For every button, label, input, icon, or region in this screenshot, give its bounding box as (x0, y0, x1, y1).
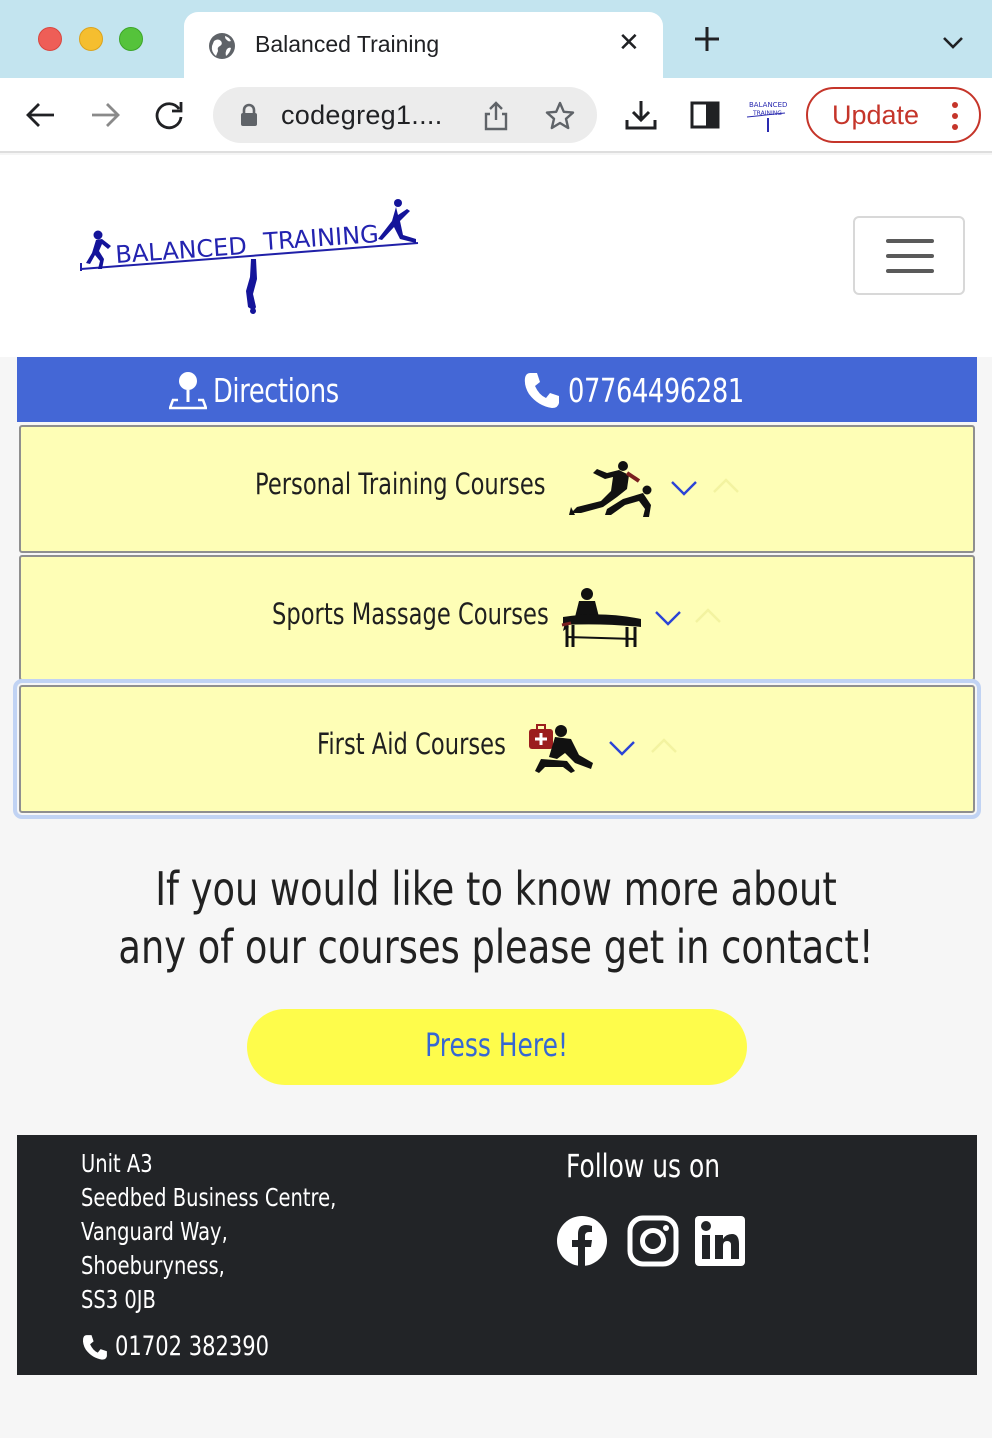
phone-icon (82, 1334, 107, 1360)
more-vertical-icon[interactable] (948, 99, 962, 133)
footer-address: Unit A3 Seedbed Business Centre, Vanguar… (81, 1147, 408, 1317)
map-pin-icon (169, 372, 207, 410)
footer-phone-link[interactable]: 01702 382390 (81, 1331, 313, 1362)
course-label: Personal Training Courses (255, 467, 546, 501)
chevron-down-icon[interactable] (607, 739, 637, 757)
forward-arrow-icon[interactable] (88, 98, 122, 132)
hamburger-line (886, 269, 934, 273)
directions-label: Directions (213, 370, 339, 410)
directions-link[interactable]: Directions (169, 368, 374, 412)
hamburger-line (886, 254, 934, 258)
phone-icon (524, 373, 559, 408)
facebook-icon[interactable] (556, 1215, 608, 1267)
footer-phone-label: 01702 382390 (115, 1331, 270, 1362)
page-content: BALANCED TRAINING Directions 07764496281… (0, 155, 992, 1438)
address-line: Seedbed Business Centre, (81, 1183, 337, 1212)
maximize-window-button[interactable] (119, 27, 143, 51)
cta-heading: If you would like to know more about any… (0, 860, 992, 976)
course-sports-massage[interactable]: Sports Massage Courses (19, 555, 975, 681)
address-bar[interactable]: codegreg1.... (213, 87, 597, 143)
chevron-down-icon[interactable] (940, 32, 966, 52)
extension-logo-icon[interactable]: BALANCED TRAINING (745, 96, 789, 136)
course-personal-training[interactable]: Personal Training Courses (19, 425, 975, 553)
sports-massage-silhouette-icon (561, 588, 641, 647)
tab-title: Balanced Training (255, 31, 440, 57)
lock-icon (241, 103, 257, 126)
phone-link[interactable]: 07764496281 (522, 368, 793, 412)
new-tab-icon[interactable] (692, 24, 722, 54)
menu-toggle-button[interactable] (853, 216, 965, 295)
address-line: SS3 0JB (81, 1285, 156, 1314)
site-logo[interactable]: BALANCED TRAINING (78, 199, 422, 317)
personal-training-silhouette-icon (569, 461, 652, 517)
chevron-down-icon[interactable] (653, 609, 683, 627)
follow-us-label: Follow us on (566, 1147, 721, 1185)
address-line: Shoeburyness, (81, 1251, 225, 1280)
download-icon[interactable] (624, 98, 658, 132)
linkedin-icon[interactable] (694, 1215, 746, 1267)
url-text: codegreg1.... (281, 100, 443, 130)
chevron-up-icon[interactable] (649, 737, 679, 755)
browser-tab[interactable]: Balanced Training ✕ (184, 12, 663, 78)
bookmark-star-icon[interactable] (544, 100, 576, 132)
site-footer: Unit A3 Seedbed Business Centre, Vanguar… (17, 1135, 977, 1375)
browser-tab-strip: Balanced Training ✕ (0, 0, 992, 78)
cta-line-2: any of our courses please get in contact… (118, 920, 874, 974)
hamburger-line (886, 239, 934, 243)
update-label: Update (832, 100, 920, 130)
svg-text:BALANCED: BALANCED (749, 101, 787, 109)
browser-toolbar: codegreg1.... BALANCED TRAINING Update (0, 78, 992, 153)
press-here-label: Press Here! (425, 1026, 569, 1064)
close-tab-icon[interactable]: ✕ (618, 28, 640, 58)
first-aid-silhouette-icon (529, 724, 593, 773)
phone-label: 07764496281 (568, 370, 744, 410)
course-label: Sports Massage Courses (272, 597, 549, 631)
back-arrow-icon[interactable] (24, 98, 58, 132)
cta-line-1: If you would like to know more about (155, 862, 837, 916)
site-navbar: BALANCED TRAINING (0, 155, 992, 357)
globe-icon (209, 33, 235, 59)
side-panel-icon[interactable] (688, 98, 722, 132)
minimize-window-button[interactable] (79, 27, 103, 51)
address-line: Unit A3 (81, 1149, 153, 1178)
reload-icon[interactable] (152, 98, 186, 132)
press-here-button[interactable]: Press Here! (247, 1009, 747, 1085)
instagram-icon[interactable] (627, 1215, 679, 1267)
address-line: Vanguard Way, (81, 1217, 228, 1246)
svg-text:BALANCED: BALANCED (114, 232, 247, 269)
chevron-down-icon[interactable] (669, 479, 699, 497)
course-label: First Aid Courses (317, 727, 506, 761)
chevron-up-icon[interactable] (693, 607, 723, 625)
chevron-up-icon[interactable] (711, 477, 741, 495)
contact-bar: Directions 07764496281 (17, 357, 977, 422)
course-first-aid[interactable]: First Aid Courses (13, 679, 981, 819)
update-button[interactable]: Update (806, 87, 981, 143)
close-window-button[interactable] (38, 27, 62, 51)
svg-text:TRAINING: TRAINING (261, 220, 379, 256)
share-icon[interactable] (481, 100, 511, 132)
